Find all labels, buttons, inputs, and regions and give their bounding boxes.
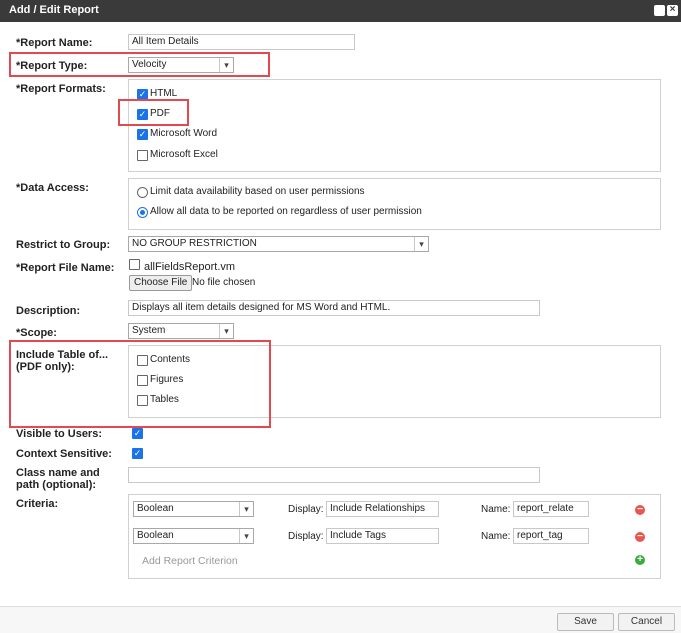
highlight-report-type: [9, 52, 270, 77]
checkbox-excel[interactable]: [137, 150, 148, 161]
choose-file-button[interactable]: Choose File: [129, 275, 193, 291]
dialog-footer: Save Cancel: [0, 606, 681, 633]
criterion-display-label: Display:: [288, 531, 324, 542]
criterion-name-input[interactable]: report_relate: [513, 501, 589, 517]
criterion-display-input[interactable]: Include Tags: [326, 528, 439, 544]
class-name-sublabel: path (optional):: [16, 479, 97, 491]
criterion-type-value: Boolean: [137, 530, 174, 541]
option-limit-data-label: Limit data availability based on user pe…: [150, 186, 365, 197]
description-input[interactable]: Displays all item details designed for M…: [128, 300, 540, 316]
class-name-input[interactable]: [128, 467, 540, 483]
remove-criterion-icon[interactable]: −: [635, 532, 645, 542]
report-formats-label: *Report Formats:: [16, 83, 106, 95]
checkbox-visible-users[interactable]: ✓: [132, 428, 143, 439]
checkbox-context-sensitive[interactable]: ✓: [132, 448, 143, 459]
restrict-group-label: Restrict to Group:: [16, 239, 111, 251]
data-access-label: *Data Access:: [16, 182, 89, 194]
chevron-down-icon: ▾: [239, 502, 253, 516]
dialog-titlebar: Add / Edit Report ×: [0, 0, 681, 22]
restrict-group-value: NO GROUP RESTRICTION: [132, 238, 257, 249]
chevron-down-icon: ▾: [414, 237, 428, 251]
report-name-input[interactable]: All Item Details: [128, 34, 355, 50]
checkbox-word[interactable]: ✓: [137, 129, 148, 140]
file-status: No file chosen: [192, 277, 256, 288]
add-criterion-icon[interactable]: +: [635, 555, 645, 565]
criterion-type-select[interactable]: Boolean ▾: [133, 528, 254, 544]
visible-users-label: Visible to Users:: [16, 428, 102, 440]
dialog-title: Add / Edit Report: [9, 4, 99, 16]
option-word-label: Microsoft Word: [150, 128, 218, 139]
criterion-display-input[interactable]: Include Relationships: [326, 501, 439, 517]
scope-select[interactable]: System ▾: [128, 323, 234, 339]
report-file-label: *Report File Name:: [16, 262, 115, 274]
report-file-name: allFieldsReport.vm: [144, 261, 236, 273]
scope-label: *Scope:: [16, 327, 57, 339]
description-label: Description:: [16, 305, 81, 317]
option-excel-label: Microsoft Excel: [150, 149, 218, 160]
cancel-button[interactable]: Cancel: [618, 613, 675, 631]
criterion-type-select[interactable]: Boolean ▾: [133, 501, 254, 517]
restrict-group-select[interactable]: NO GROUP RESTRICTION ▾: [128, 236, 429, 252]
close-icon[interactable]: ×: [667, 5, 678, 16]
criterion-type-value: Boolean: [137, 503, 174, 514]
restore-icon[interactable]: [654, 5, 665, 16]
criterion-name-label: Name:: [481, 531, 511, 542]
option-html-label: HTML: [150, 88, 178, 99]
chevron-down-icon: ▾: [239, 529, 253, 543]
highlight-pdf: [118, 99, 189, 126]
criterion-name-input[interactable]: report_tag: [513, 528, 589, 544]
save-button[interactable]: Save: [557, 613, 614, 631]
criterion-display-label: Display:: [288, 504, 324, 515]
option-allow-all-label: Allow all data to be reported on regardl…: [150, 206, 422, 217]
report-name-label: *Report Name:: [16, 37, 93, 49]
radio-limit-data[interactable]: [137, 187, 148, 198]
remove-criterion-icon[interactable]: −: [635, 505, 645, 515]
file-checkbox[interactable]: [129, 259, 140, 270]
context-sensitive-label: Context Sensitive:: [16, 448, 112, 460]
criterion-name-label: Name:: [481, 504, 511, 515]
criteria-label: Criteria:: [16, 498, 59, 510]
class-name-label: Class name and: [16, 467, 100, 479]
chevron-down-icon: ▾: [219, 324, 233, 338]
highlight-include-table: [9, 340, 271, 428]
scope-value: System: [132, 325, 166, 336]
radio-allow-all-data[interactable]: [137, 207, 148, 218]
add-criterion-link[interactable]: Add Report Criterion: [142, 555, 238, 567]
